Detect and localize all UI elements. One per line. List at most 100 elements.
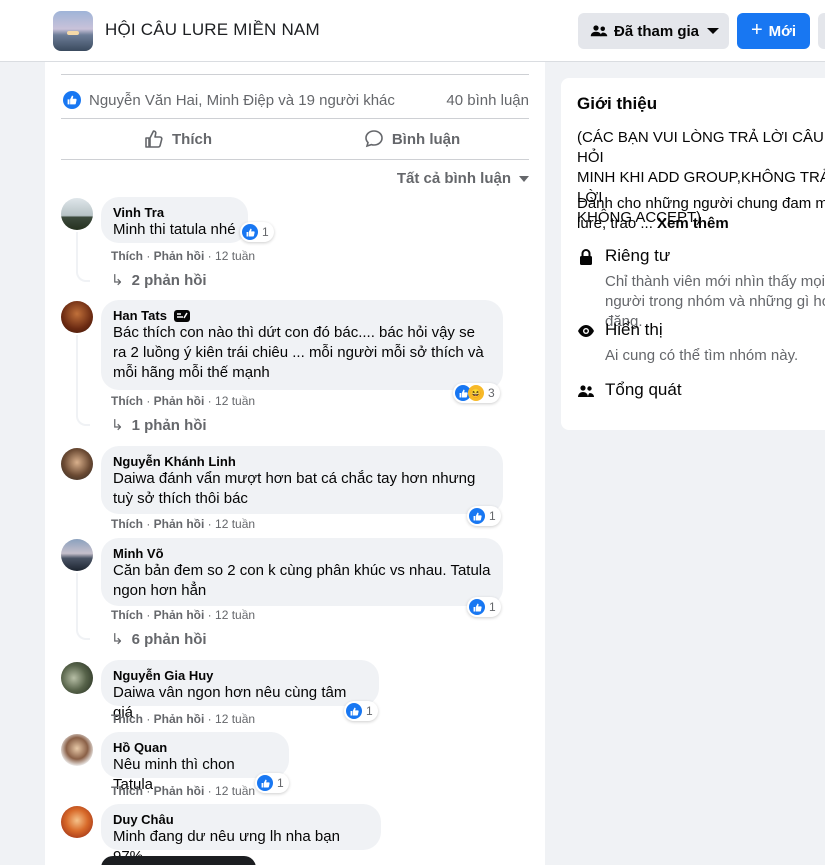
comment-reply-link[interactable]: Phản hồi	[154, 394, 205, 408]
comment-time[interactable]: 12 tuần	[215, 608, 255, 622]
about-title: Giới thiệu	[577, 94, 658, 113]
avatar[interactable]	[61, 662, 93, 694]
new-label: Mới	[768, 22, 796, 40]
members-icon	[578, 385, 594, 397]
comment-reply-link[interactable]: Phản hồi	[154, 249, 205, 263]
reaction-names[interactable]: Nguyễn Văn Hai, Minh Điệp và 19 người kh…	[89, 92, 395, 109]
comment-like-link[interactable]: Thích	[111, 394, 143, 408]
thread-line	[76, 335, 78, 415]
like-reaction-icon	[469, 508, 485, 524]
comment-time[interactable]: 12 tuần	[215, 394, 255, 408]
comment-time[interactable]: 12 tuần	[215, 784, 255, 798]
comment-reaction-count[interactable]: 1	[344, 701, 378, 721]
reaction-summary-row: Nguyễn Văn Hai, Minh Điệp và 19 người kh…	[63, 90, 529, 110]
replies-count: 1 phản hồi	[131, 416, 207, 434]
visibility-description: Ai cung có thể tìm nhóm này.	[605, 347, 799, 364]
avatar[interactable]	[61, 539, 93, 571]
comment-reaction-count[interactable]: 😆 3	[453, 383, 500, 403]
comment-meta: Thích · Phản hồi · 12 tuần	[111, 712, 256, 726]
avatar[interactable]	[61, 806, 93, 838]
comment-reply-link[interactable]: Phản hồi	[154, 608, 205, 622]
about-card: Giới thiệu (CÁC BẠN VUI LÒNG TRẢ LỜI CÂU…	[561, 78, 825, 430]
comment-text: Bác thích con nào thì dứt con đó bác....…	[113, 324, 484, 381]
comment-icon	[365, 130, 383, 148]
attached-image-preview[interactable]	[101, 856, 256, 865]
comment-like-link[interactable]: Thích	[111, 249, 143, 263]
comment-reaction-count[interactable]: 1	[240, 222, 274, 242]
view-replies-link[interactable]: ↳ 1 phản hồi	[111, 416, 207, 435]
comment-author[interactable]: Duy Châu	[113, 812, 369, 827]
reply-arrow-icon: ↳	[111, 631, 124, 648]
comment-author[interactable]: Vinh Tra	[113, 205, 236, 220]
comment-reaction-count[interactable]: 1	[255, 773, 289, 793]
comment-meta: Thích · Phản hồi · 12 tuần	[111, 249, 256, 263]
view-replies-link[interactable]: ↳ 6 phản hồi	[111, 630, 207, 649]
divider	[61, 118, 529, 119]
like-reaction-icon	[346, 703, 362, 719]
view-replies-link[interactable]: ↳ 2 phản hồi	[111, 271, 207, 290]
reaction-count: 1	[277, 776, 284, 790]
like-reaction-icon	[469, 599, 485, 615]
avatar[interactable]	[61, 198, 93, 230]
group-cover-thumbnail[interactable]	[53, 11, 93, 51]
replies-count: 2 phản hồi	[131, 271, 207, 289]
comment-like-link[interactable]: Thích	[111, 784, 143, 798]
thread-line	[76, 573, 78, 629]
comment-label: Bình luận	[391, 130, 461, 148]
comment-meta: Thích · Phản hồi · 12 tuần	[111, 784, 256, 798]
reaction-count: 3	[488, 386, 495, 400]
like-reaction-icon	[257, 775, 273, 791]
about-summary: Dành cho những người chung đam mê lure, …	[577, 194, 825, 234]
avatar[interactable]	[61, 448, 93, 480]
comment-like-link[interactable]: Thích	[111, 608, 143, 622]
comment-filter-dropdown[interactable]: Tất cả bình luận	[397, 170, 529, 187]
comment-author[interactable]: Nguyễn Khánh Linh	[113, 454, 491, 469]
eye-icon	[578, 325, 594, 337]
comment-bubble: Hồ Quan Nêu minh thì chon Tatula	[101, 732, 289, 793]
author-name: Han Tats	[113, 308, 167, 323]
comment-time[interactable]: 12 tuần	[215, 712, 255, 726]
avatar[interactable]	[61, 301, 93, 333]
comment-reaction-count[interactable]: 1	[467, 506, 501, 526]
group-name[interactable]: HỘI CÂU LURE MIỀN NAM	[105, 20, 320, 40]
comment-author[interactable]: Han Tats	[113, 308, 491, 323]
group-header: HỘI CÂU LURE MIỀN NAM Đã tham gia + Mới	[0, 0, 825, 62]
plus-icon: +	[750, 18, 763, 41]
comment-author[interactable]: Hồ Quan	[113, 740, 277, 755]
comment-button[interactable]: Bình luận	[295, 120, 529, 158]
reply-arrow-icon: ↳	[111, 417, 124, 434]
comment-reply-link[interactable]: Phản hồi	[154, 712, 205, 726]
comment-text: Daiwa đánh vẩn mượt hơn bat cá chắc tay …	[113, 470, 476, 507]
comment-meta: Thích · Phản hồi · 12 tuần	[111, 608, 256, 622]
like-reaction-icon	[242, 224, 258, 240]
avatar[interactable]	[61, 734, 93, 766]
general-title: Tổng quát	[605, 380, 682, 399]
reaction-count: 1	[489, 600, 496, 614]
comment-meta: Thích · Phản hồi · 12 tuần	[111, 517, 256, 531]
replies-count: 6 phản hồi	[131, 630, 207, 648]
divider	[61, 159, 529, 160]
more-options-button[interactable]	[818, 13, 825, 49]
comment-reaction-count[interactable]: 1	[467, 597, 501, 617]
comment-like-link[interactable]: Thích	[111, 517, 143, 531]
comment-author[interactable]: Nguyễn Gia Huy	[113, 668, 367, 683]
thumbs-up-icon	[145, 130, 163, 148]
comment-like-link[interactable]: Thích	[111, 712, 143, 726]
privacy-title: Riêng tư	[605, 246, 671, 265]
badge-icon	[173, 309, 190, 322]
comment-author[interactable]: Minh Võ	[113, 546, 491, 561]
comment-text: Minh thi tatula nhé	[113, 221, 236, 238]
like-button[interactable]: Thích	[61, 120, 295, 158]
comment-time[interactable]: 12 tuần	[215, 517, 255, 531]
comment-reply-link[interactable]: Phản hồi	[154, 517, 205, 531]
joined-button[interactable]: Đã tham gia	[578, 13, 729, 49]
comment-count[interactable]: 40 bình luận	[446, 92, 529, 109]
see-more-link[interactable]: Xem thêm	[657, 215, 729, 232]
comment-bubble: Vinh Tra Minh thi tatula nhé	[101, 197, 248, 243]
lock-icon	[580, 249, 592, 265]
divider	[61, 74, 529, 75]
new-button[interactable]: + Mới	[737, 13, 810, 49]
caret-down-icon	[519, 175, 529, 182]
comment-reply-link[interactable]: Phản hồi	[154, 784, 205, 798]
comment-time[interactable]: 12 tuần	[215, 249, 255, 263]
